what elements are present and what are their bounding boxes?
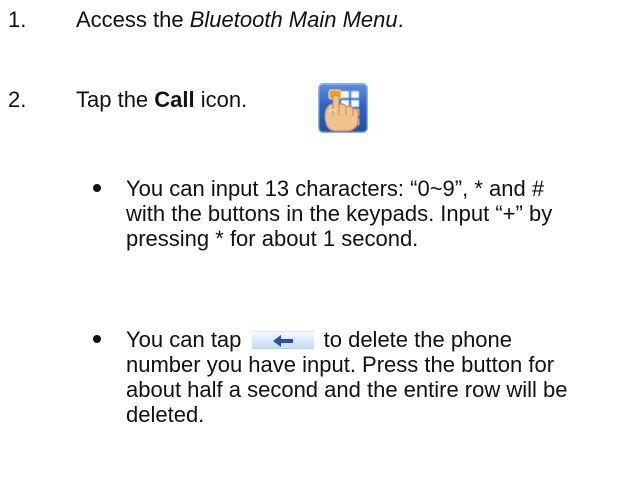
step-text: Access the Bluetooth Main Menu. xyxy=(76,8,404,32)
left-arrow-icon xyxy=(272,335,293,347)
step-number: 2. xyxy=(8,87,27,112)
bullet-text: You can tap to delete the phone number y… xyxy=(126,327,586,427)
step-number: 1. xyxy=(8,7,27,32)
step-text: Tap the Call icon. xyxy=(76,88,247,112)
step-text-prefix: Access the xyxy=(76,7,190,32)
step-text-prefix: Tap the xyxy=(76,87,155,112)
call-label: Call xyxy=(154,87,195,112)
bullet-text: You can input 13 characters: “0~9”, * an… xyxy=(126,176,553,251)
bullet-icon xyxy=(93,184,101,192)
bluetooth-main-menu-text: Bluetooth Main Menu xyxy=(189,7,398,32)
instruction-bullet-2: You can tap to delete the phone number y… xyxy=(93,327,583,437)
bullet-text-before-button: You can tap xyxy=(126,327,248,352)
call-icon xyxy=(319,84,367,132)
instruction-bullet-1: You can input 13 characters: “0~9”, * an… xyxy=(93,176,583,281)
step-text-suffix: icon. xyxy=(194,87,248,112)
step-text-suffix: . xyxy=(397,7,404,32)
back-arrow-button[interactable] xyxy=(251,331,314,349)
bullet-icon xyxy=(93,335,101,343)
